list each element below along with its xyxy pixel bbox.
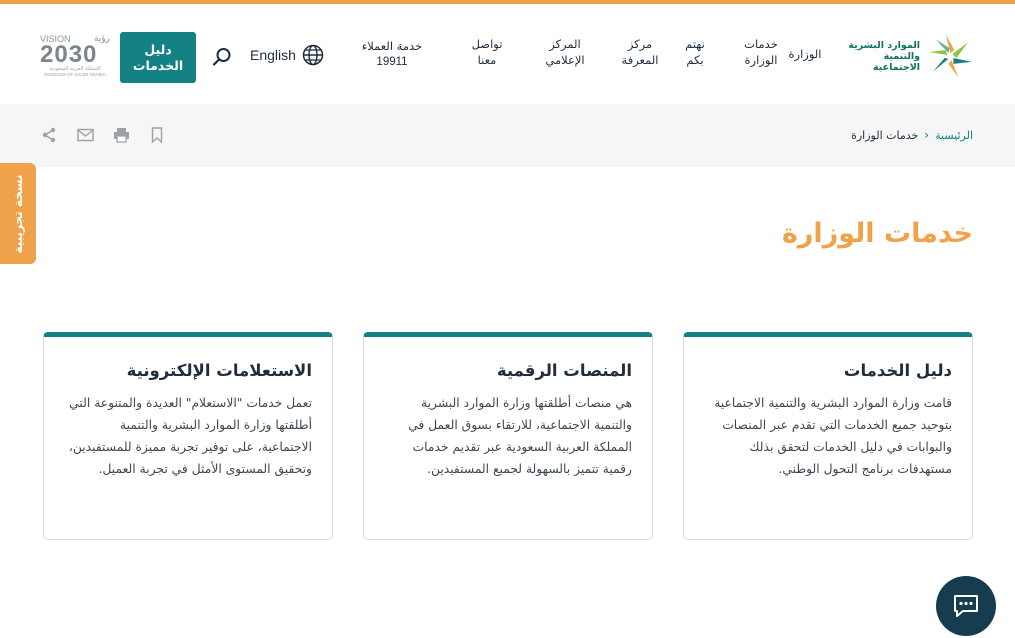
- share-icon: [42, 127, 56, 143]
- nav-item-label: مركز: [627, 37, 653, 51]
- card-title: الاستعلامات الإلكترونية: [126, 361, 312, 380]
- customer-service-label: خدمة العملاء: [361, 39, 423, 53]
- email-button[interactable]: [76, 126, 94, 144]
- breadcrumb-current: خدمات الوزارة: [851, 128, 919, 142]
- page-title: خدمات الوزارة: [781, 218, 973, 249]
- logo-text-line2: والتنمية الاجتماعية: [872, 50, 921, 73]
- logo-text-line1: الموارد البشرية: [848, 39, 921, 51]
- nav-item-label: بكم: [686, 53, 704, 67]
- nav-item-label: نهتم: [685, 37, 705, 51]
- card-body: قامت وزارة الموارد البشرية والتنمية الاج…: [714, 396, 952, 476]
- nav-item-label: المركز: [549, 37, 581, 51]
- services-guide-button[interactable]: دليل الخدمات: [120, 32, 196, 83]
- nav-item-label: المعرفة: [621, 53, 659, 67]
- site-header: الموارد البشرية والتنمية الاجتماعية الوز…: [0, 4, 1015, 104]
- nav-item-label: خدمات: [744, 37, 778, 51]
- nav-item-label: الوزارة: [788, 47, 822, 61]
- card-title: المنصات الرقمية: [496, 361, 632, 380]
- breadcrumb-band: الرئيسية ‹ خدمات الوزارة: [0, 104, 1015, 167]
- language-switch[interactable]: English: [250, 44, 324, 66]
- vision-year: 2030: [40, 41, 98, 68]
- ministry-logo-text: الموارد البشرية والتنمية الاجتماعية: [835, 40, 920, 73]
- language-label: English: [250, 47, 296, 63]
- card-title: دليل الخدمات: [843, 361, 952, 380]
- ministry-logo-mark-icon: [928, 34, 973, 78]
- bookmark-button[interactable]: [148, 126, 166, 144]
- card-services-guide[interactable]: دليل الخدمات قامت وزارة الموارد البشرية …: [683, 332, 973, 540]
- vision-sub-en: KINGDOM OF SAUDI ARABIA: [44, 72, 106, 77]
- breadcrumb: الرئيسية ‹ خدمات الوزارة: [851, 128, 973, 142]
- beta-version-tab[interactable]: نسخة تجريبية: [0, 163, 36, 264]
- nav-item-label: الوزارة: [744, 53, 778, 67]
- nav-item-media-center[interactable]: المركز الإعلامي: [534, 36, 596, 68]
- nav-item-ministry[interactable]: الوزارة: [787, 46, 823, 62]
- services-guide-button-line1: دليل: [144, 41, 172, 57]
- customer-service-number: 19911: [376, 56, 408, 68]
- search-icon[interactable]: [211, 46, 233, 68]
- nav-item-label: معنا: [477, 53, 497, 67]
- ministry-logo[interactable]: الموارد البشرية والتنمية الاجتماعية: [835, 32, 975, 80]
- vision-2030-logo[interactable]: VISION رؤية 2030 المملكة العربية السعودي…: [40, 34, 110, 82]
- card-electronic-inquiries[interactable]: الاستعلامات الإلكترونية تعمل خدمات "الاس…: [43, 332, 333, 540]
- chevron-left-icon: ‹: [924, 128, 930, 142]
- services-guide-button-line2: الخدمات: [132, 57, 184, 73]
- card-digital-platforms[interactable]: المنصات الرقمية هي منصات أطلقتها وزارة ا…: [363, 332, 653, 540]
- print-button[interactable]: [112, 126, 130, 144]
- nav-item-contact-us[interactable]: تواصل معنا: [464, 36, 510, 68]
- beta-version-label: نسخة تجريبية: [11, 173, 25, 254]
- nav-item-we-care[interactable]: نهتم بكم: [676, 36, 714, 68]
- mail-icon: [76, 128, 94, 142]
- card-body: تعمل خدمات "الاستعلام" العديدة والمتنوعة…: [68, 396, 312, 476]
- customer-service-link[interactable]: خدمة العملاء 19911: [346, 38, 438, 70]
- page-tools: [40, 126, 166, 144]
- print-icon: [113, 128, 129, 143]
- nav-item-knowledge-center[interactable]: مركز المعرفة: [612, 36, 668, 68]
- share-button[interactable]: [40, 126, 58, 144]
- nav-item-label: تواصل: [471, 37, 503, 51]
- card-body: هي منصات أطلقتها وزارة الموارد البشرية و…: [408, 396, 632, 476]
- bookmark-icon: [151, 127, 163, 143]
- chat-icon: [954, 595, 978, 617]
- nav-item-services[interactable]: خدمات الوزارة: [738, 36, 784, 68]
- chat-button[interactable]: [936, 576, 996, 636]
- nav-item-label: الإعلامي: [545, 53, 585, 67]
- globe-icon: [302, 44, 324, 66]
- breadcrumb-home-link[interactable]: الرئيسية: [935, 129, 973, 142]
